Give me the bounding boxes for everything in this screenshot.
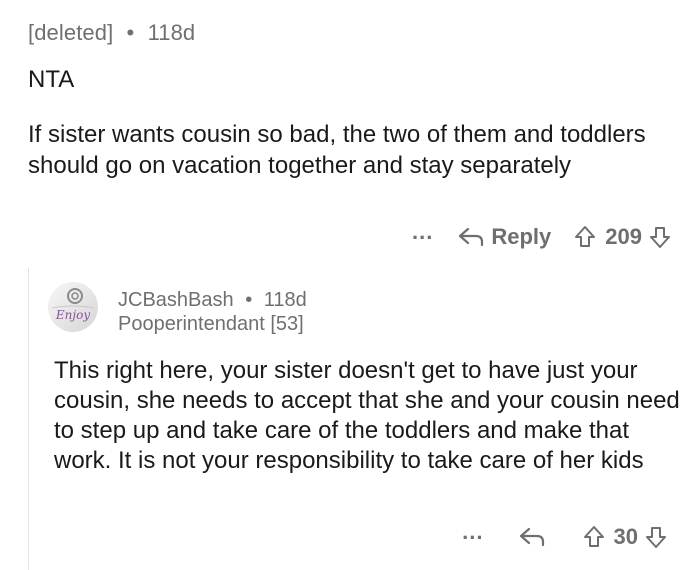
comment-age: 118d [147,20,196,45]
upvote-arrow-icon[interactable] [582,525,606,549]
comment-body: NTA If sister wants cousin so bad, the t… [28,64,678,181]
reply-body: This right here, your sister doesn't get… [54,357,680,474]
downvote-arrow-icon[interactable] [644,525,668,549]
comment-actions: ... Reply 209 [412,221,672,252]
avatar[interactable]: Enjoy [48,282,98,332]
reply-arrow-icon [519,527,544,547]
vote-score: 30 [613,524,638,549]
reply-actions: ... 30 [462,521,668,552]
reply-comment: Enjoy JCBashBash • 118d Pooperintendant … [48,282,688,570]
comment-author[interactable]: [deleted] [28,20,113,45]
reply-age: 118d [263,289,307,311]
reply-arrow-icon [459,227,484,247]
vote-score: 209 [605,224,642,249]
comment-meta: [deleted] • 118d [28,20,195,46]
upvote-arrow-icon[interactable] [573,225,597,249]
vote-controls: 209 [573,224,672,250]
reply-button[interactable] [518,526,552,548]
comment-thread: [deleted] • 118d NTA If sister wants cou… [0,0,700,570]
comment-paragraph: NTA [28,66,75,93]
vote-controls: 30 [582,524,668,550]
reply-meta: JCBashBash • 118d Pooperintendant [53] [118,288,307,336]
more-options-button[interactable]: ... [462,521,483,543]
user-flair: Pooperintendant [53] [118,313,304,335]
reply-button[interactable]: Reply [457,224,551,250]
meta-separator: • [245,289,253,311]
avatar-image: Enjoy [48,282,98,332]
reply-author[interactable]: JCBashBash [118,289,234,311]
thread-line[interactable] [28,268,29,570]
comment-paragraph: If sister wants cousin so bad, the two o… [28,121,646,179]
more-options-button[interactable]: ... [412,221,433,243]
meta-separator: • [126,20,135,45]
reply-label: Reply [491,224,552,249]
avatar-text: Enjoy [55,308,90,322]
downvote-arrow-icon[interactable] [648,225,672,249]
